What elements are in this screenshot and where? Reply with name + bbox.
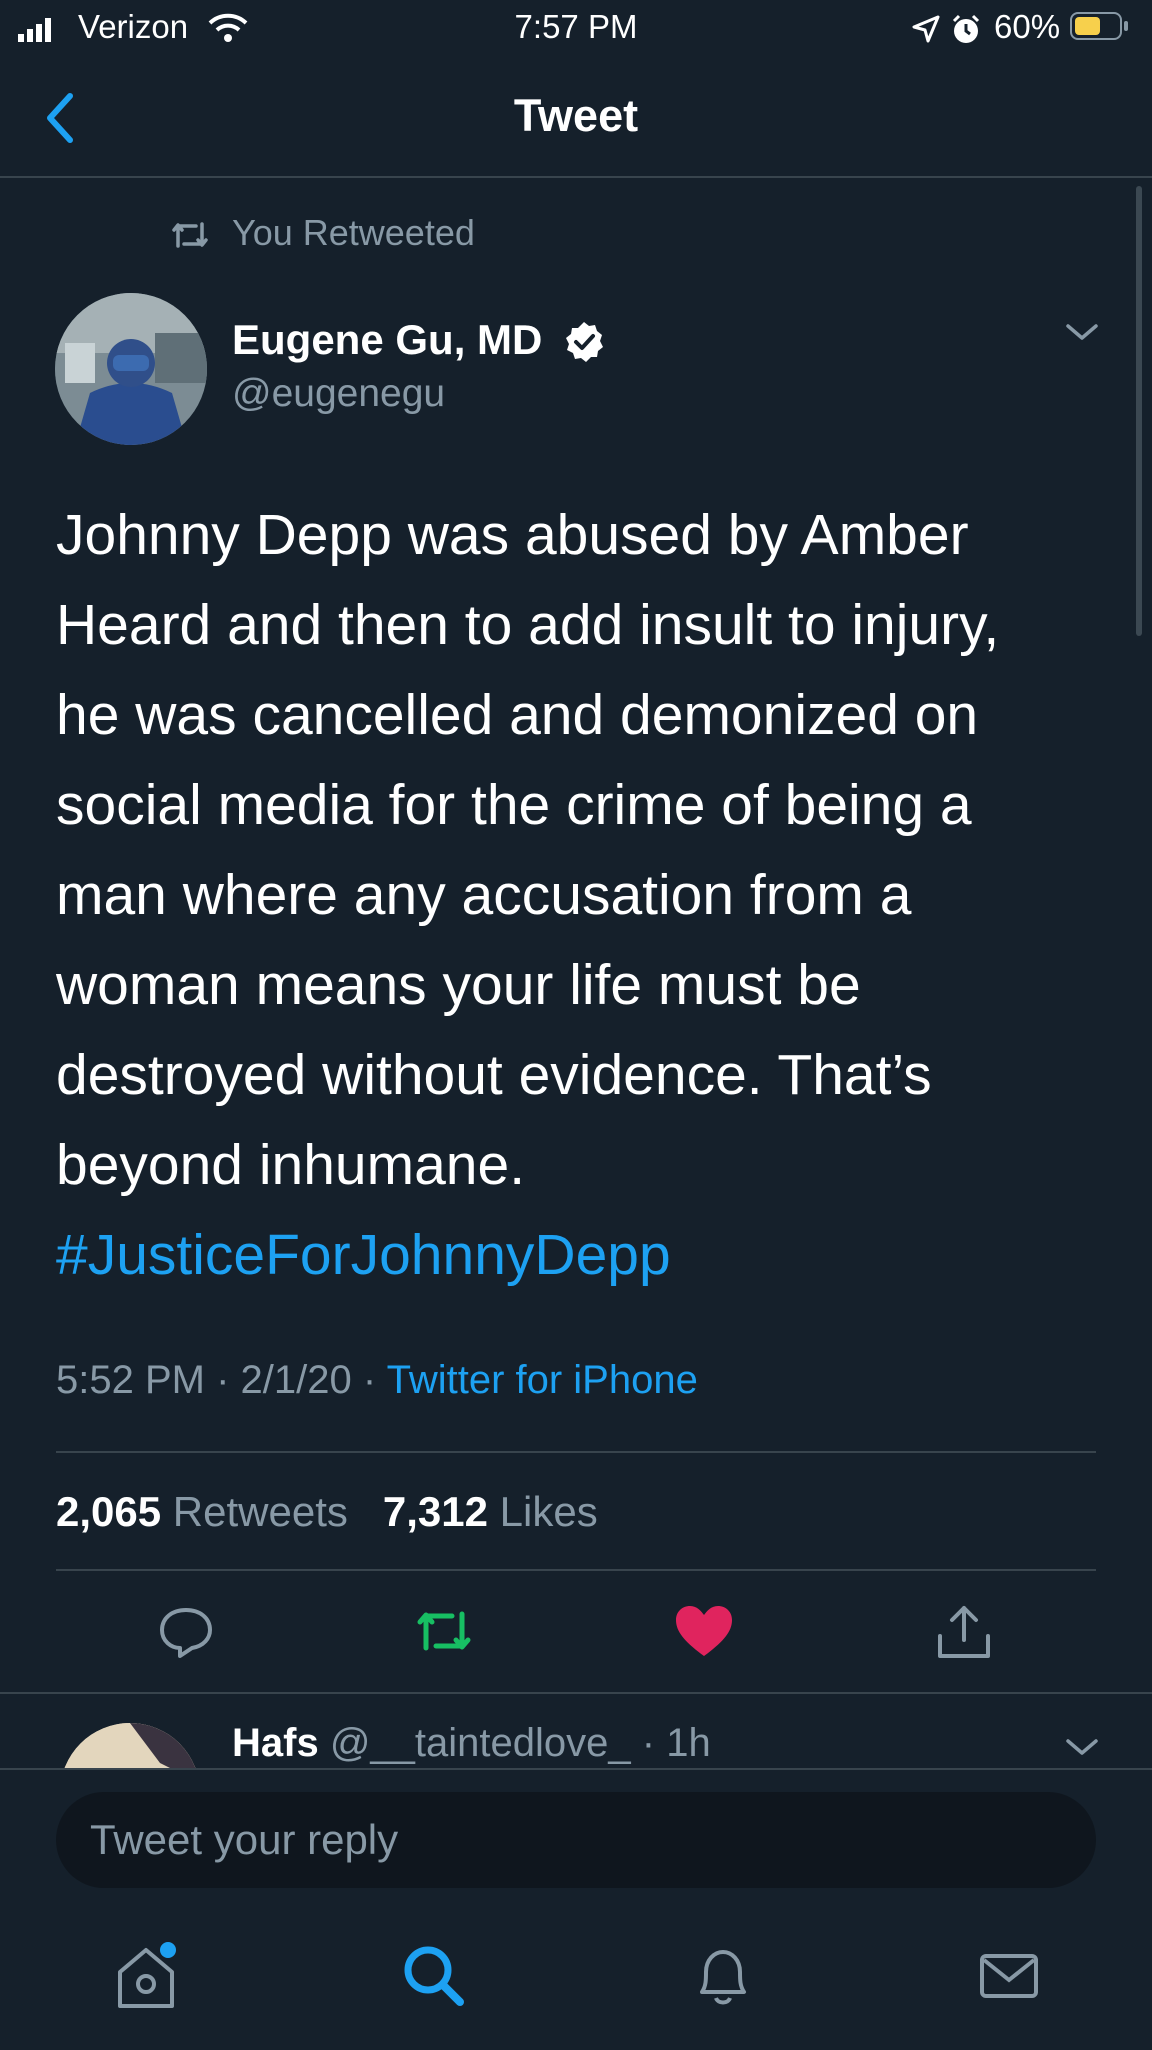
meta-separator: · [216, 1358, 241, 1402]
tab-search[interactable] [398, 1940, 468, 2010]
tweet-source-link[interactable]: Twitter for iPhone [387, 1358, 698, 1402]
like-button[interactable] [672, 1600, 736, 1664]
tweet-meta: 5:52 PM · 2/1/20 · Twitter for iPhone [56, 1358, 698, 1403]
retweets-label: Retweets [172, 1488, 348, 1535]
verified-badge-icon [562, 320, 606, 369]
tweet-line: he was cancelled and demonized on [56, 683, 979, 747]
tweet-time: 5:52 PM [56, 1358, 205, 1402]
bottom-area: Tweet your reply [0, 1768, 1152, 2050]
tweet-line: Heard and then to add insult to injury, [56, 593, 1000, 657]
likes-count: 7,312 [382, 1488, 488, 1535]
retweet-icon [172, 222, 208, 248]
tweet-line: beyond inhumane. [56, 1133, 526, 1197]
share-icon [938, 1606, 990, 1658]
tab-home[interactable] [110, 1940, 180, 2010]
author-handle[interactable]: @eugenegu [232, 372, 445, 416]
reply-avatar[interactable] [60, 1723, 200, 1768]
tweet-line: social media for the crime of being a [56, 773, 972, 837]
tab-notifications[interactable] [688, 1940, 758, 2010]
tweet-stats: 2,065 Retweets 7,312 Likes [56, 1488, 598, 1536]
hashtag-link[interactable]: #JusticeForJohnnyDepp [56, 1210, 1086, 1300]
reply-options-button[interactable] [1064, 1735, 1100, 1764]
search-icon [404, 1946, 464, 2006]
share-button[interactable] [932, 1600, 996, 1664]
author-avatar[interactable] [55, 293, 207, 445]
reply-placeholder: Tweet your reply [90, 1816, 399, 1863]
retweets-count: 2,065 [56, 1488, 162, 1535]
reply-handle-time: @__taintedlove_ · 1h [329, 1721, 711, 1765]
location-icon [912, 15, 940, 48]
meta-separator: · [362, 1358, 387, 1402]
battery-icon [1070, 12, 1130, 42]
notifications-icon [700, 1950, 746, 2005]
tweet-line: Johnny Depp was abused by Amber [56, 503, 969, 567]
reply-preview[interactable]: Hafs @__taintedlove_ · 1h [0, 1693, 1152, 1768]
retweet-context-label: You Retweeted [232, 212, 475, 253]
reply-input[interactable]: Tweet your reply [56, 1792, 1096, 1888]
alarm-icon [950, 13, 982, 50]
retweets-stat[interactable]: 2,065 Retweets [56, 1488, 348, 1535]
divider [56, 1451, 1096, 1453]
battery-percent: 60% [994, 8, 1061, 45]
tweet-line: woman means your life must be [56, 953, 861, 1017]
tweet-line: man where any accusation from a [56, 863, 912, 927]
page-title: Tweet [513, 90, 639, 141]
likes-label: Likes [499, 1488, 598, 1535]
tweet-body: Johnny Depp was abused by Amber Heard an… [56, 490, 1086, 1300]
status-bar: Verizon 7:57 PM 60% [0, 0, 1152, 60]
reply-button[interactable] [154, 1600, 218, 1664]
scrollbar[interactable] [1136, 186, 1142, 636]
nav-bar: Tweet [0, 60, 1152, 178]
tweet-options-button[interactable] [1064, 320, 1100, 349]
tweet-date: 2/1/20 [240, 1358, 352, 1402]
likes-stat[interactable]: 7,312 Likes [383, 1488, 598, 1535]
reply-author-name: Hafs [232, 1721, 319, 1765]
reply-author[interactable]: Hafs @__taintedlove_ · 1h [232, 1721, 711, 1766]
chevron-down-icon [1066, 324, 1098, 340]
reply-icon [160, 1608, 212, 1658]
heart-icon [676, 1606, 732, 1656]
divider [56, 1569, 1096, 1571]
home-icon [118, 1942, 176, 2008]
tab-messages[interactable] [974, 1940, 1044, 2010]
chevron-down-icon [1066, 1739, 1098, 1755]
retweet-icon [417, 1611, 471, 1651]
author-name[interactable]: Eugene Gu, MD [232, 316, 542, 364]
retweet-button[interactable] [412, 1600, 476, 1664]
tweet-line: destroyed without evidence. That’s [56, 1043, 932, 1107]
messages-icon [980, 1954, 1038, 1998]
